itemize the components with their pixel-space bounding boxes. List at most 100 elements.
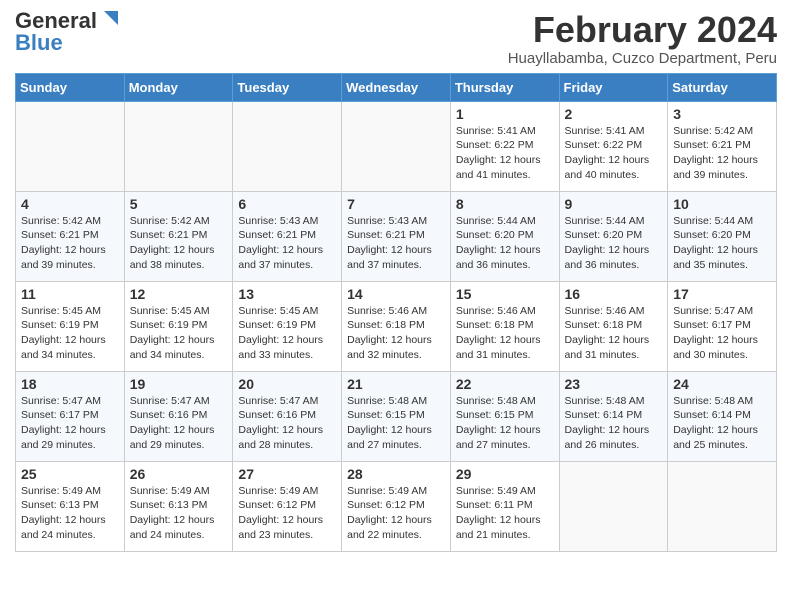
calendar-cell: 16Sunrise: 5:46 AM Sunset: 6:18 PM Dayli… [559, 281, 668, 371]
calendar-cell: 22 Sunrise: 5:48 AM Sunset: 6:15 PM Dayli… [450, 371, 559, 461]
calendar-cell: 15 Sunrise: 5:46 AM Sunset: 6:18 PM Dayli… [450, 281, 559, 371]
location: Huayllabamba, Cuzco Department, Peru [508, 50, 777, 67]
day-number: 5 [130, 196, 228, 212]
day-info: Sunrise: 5:44 AM Sunset: 6:20 PM Dayligh… [565, 214, 663, 273]
day-info: Sunrise: 5:49 AM Sunset: 6:13 PM Dayligh… [130, 484, 228, 543]
day-info: Sunrise: 5:43 AM Sunset: 6:21 PM Dayligh… [347, 214, 445, 273]
calendar-cell: 4 Sunrise: 5:42 AM Sunset: 6:21 PM Daylig… [16, 191, 125, 281]
day-info: Sunrise: 5:49 AM Sunset: 6:12 PM Dayligh… [238, 484, 336, 543]
day-info: Sunrise: 5:42 AM Sunset: 6:21 PM Dayligh… [21, 214, 119, 273]
day-info: Sunrise: 5:41 AM Sunset: 6:22 PM Dayligh… [565, 124, 663, 183]
title-block: February 2024 Huayllabamba, Cuzco Depart… [508, 10, 777, 67]
day-info: Sunrise: 5:41 AM Sunset: 6:22 PM Dayligh… [456, 124, 554, 183]
calendar-cell: 6 Sunrise: 5:43 AM Sunset: 6:21 PM Daylig… [233, 191, 342, 281]
column-header-sunday: Sunday [16, 73, 125, 101]
calendar-cell: 23 Sunrise: 5:48 AM Sunset: 6:14 PM Dayli… [559, 371, 668, 461]
day-info: Sunrise: 5:46 AM Sunset: 6:18 PM Dayligh… [565, 304, 663, 363]
day-number: 15 [456, 286, 554, 302]
calendar-header-row: SundayMondayTuesdayWednesdayThursdayFrid… [16, 73, 777, 101]
calendar-cell: 5 Sunrise: 5:42 AM Sunset: 6:21 PM Daylig… [124, 191, 233, 281]
logo-blue-text: Blue [15, 32, 63, 54]
calendar-cell: 14 Sunrise: 5:46 AM Sunset: 6:18 PM Dayli… [342, 281, 451, 371]
calendar-table: SundayMondayTuesdayWednesdayThursdayFrid… [15, 73, 777, 552]
day-number: 23 [565, 376, 663, 392]
day-number: 21 [347, 376, 445, 392]
day-number: 25 [21, 466, 119, 482]
calendar-cell: 10 Sunrise: 5:44 AM Sunset: 6:20 PM Dayli… [668, 191, 777, 281]
day-number: 4 [21, 196, 119, 212]
logo: General Blue [15, 10, 118, 54]
day-number: 6 [238, 196, 336, 212]
day-number: 18 [21, 376, 119, 392]
calendar-week-2: 4 Sunrise: 5:42 AM Sunset: 6:21 PM Daylig… [16, 191, 777, 281]
day-info: Sunrise: 5:49 AM Sunset: 6:12 PM Dayligh… [347, 484, 445, 543]
day-info: Sunrise: 5:44 AM Sunset: 6:20 PM Dayligh… [456, 214, 554, 273]
column-header-wednesday: Wednesday [342, 73, 451, 101]
calendar-cell: 24Sunrise: 5:48 AM Sunset: 6:14 PM Dayli… [668, 371, 777, 461]
calendar-cell [124, 101, 233, 191]
day-number: 13 [238, 286, 336, 302]
day-number: 14 [347, 286, 445, 302]
day-number: 12 [130, 286, 228, 302]
day-info: Sunrise: 5:46 AM Sunset: 6:18 PM Dayligh… [347, 304, 445, 363]
day-info: Sunrise: 5:49 AM Sunset: 6:11 PM Dayligh… [456, 484, 554, 543]
calendar-cell: 28Sunrise: 5:49 AM Sunset: 6:12 PM Dayli… [342, 461, 451, 551]
day-info: Sunrise: 5:43 AM Sunset: 6:21 PM Dayligh… [238, 214, 336, 273]
calendar-cell: 18 Sunrise: 5:47 AM Sunset: 6:17 PM Dayli… [16, 371, 125, 461]
day-info: Sunrise: 5:45 AM Sunset: 6:19 PM Dayligh… [130, 304, 228, 363]
day-info: Sunrise: 5:48 AM Sunset: 6:14 PM Dayligh… [673, 394, 771, 453]
calendar-week-4: 18 Sunrise: 5:47 AM Sunset: 6:17 PM Dayli… [16, 371, 777, 461]
day-number: 10 [673, 196, 771, 212]
day-info: Sunrise: 5:48 AM Sunset: 6:15 PM Dayligh… [347, 394, 445, 453]
calendar-cell: 3Sunrise: 5:42 AM Sunset: 6:21 PM Daylig… [668, 101, 777, 191]
day-info: Sunrise: 5:45 AM Sunset: 6:19 PM Dayligh… [21, 304, 119, 363]
column-header-monday: Monday [124, 73, 233, 101]
calendar-cell: 2 Sunrise: 5:41 AM Sunset: 6:22 PM Daylig… [559, 101, 668, 191]
day-info: Sunrise: 5:48 AM Sunset: 6:14 PM Dayligh… [565, 394, 663, 453]
calendar-cell: 29 Sunrise: 5:49 AM Sunset: 6:11 PM Dayli… [450, 461, 559, 551]
day-number: 22 [456, 376, 554, 392]
day-info: Sunrise: 5:46 AM Sunset: 6:18 PM Dayligh… [456, 304, 554, 363]
column-header-saturday: Saturday [668, 73, 777, 101]
calendar-cell: 21 Sunrise: 5:48 AM Sunset: 6:15 PM Dayli… [342, 371, 451, 461]
calendar-body: 1Sunrise: 5:41 AM Sunset: 6:22 PM Daylig… [16, 101, 777, 551]
calendar-cell [668, 461, 777, 551]
calendar-cell: 7 Sunrise: 5:43 AM Sunset: 6:21 PM Daylig… [342, 191, 451, 281]
day-info: Sunrise: 5:47 AM Sunset: 6:16 PM Dayligh… [130, 394, 228, 453]
calendar-cell: 17Sunrise: 5:47 AM Sunset: 6:17 PM Dayli… [668, 281, 777, 371]
day-number: 8 [456, 196, 554, 212]
day-number: 29 [456, 466, 554, 482]
calendar-cell: 11Sunrise: 5:45 AM Sunset: 6:19 PM Dayli… [16, 281, 125, 371]
calendar-cell [233, 101, 342, 191]
day-number: 26 [130, 466, 228, 482]
day-number: 3 [673, 106, 771, 122]
day-info: Sunrise: 5:48 AM Sunset: 6:15 PM Dayligh… [456, 394, 554, 453]
column-header-tuesday: Tuesday [233, 73, 342, 101]
calendar-cell: 13Sunrise: 5:45 AM Sunset: 6:19 PM Dayli… [233, 281, 342, 371]
calendar-cell: 26 Sunrise: 5:49 AM Sunset: 6:13 PM Dayli… [124, 461, 233, 551]
calendar-cell: 19 Sunrise: 5:47 AM Sunset: 6:16 PM Dayli… [124, 371, 233, 461]
column-header-thursday: Thursday [450, 73, 559, 101]
day-info: Sunrise: 5:47 AM Sunset: 6:17 PM Dayligh… [21, 394, 119, 453]
calendar-cell: 12 Sunrise: 5:45 AM Sunset: 6:19 PM Dayli… [124, 281, 233, 371]
day-number: 20 [238, 376, 336, 392]
day-info: Sunrise: 5:49 AM Sunset: 6:13 PM Dayligh… [21, 484, 119, 543]
day-info: Sunrise: 5:47 AM Sunset: 6:16 PM Dayligh… [238, 394, 336, 453]
day-number: 2 [565, 106, 663, 122]
calendar-cell [342, 101, 451, 191]
calendar-week-1: 1Sunrise: 5:41 AM Sunset: 6:22 PM Daylig… [16, 101, 777, 191]
calendar-cell: 8 Sunrise: 5:44 AM Sunset: 6:20 PM Daylig… [450, 191, 559, 281]
column-header-friday: Friday [559, 73, 668, 101]
day-number: 7 [347, 196, 445, 212]
day-info: Sunrise: 5:47 AM Sunset: 6:17 PM Dayligh… [673, 304, 771, 363]
day-info: Sunrise: 5:44 AM Sunset: 6:20 PM Dayligh… [673, 214, 771, 273]
month-year: February 2024 [508, 10, 777, 50]
day-number: 19 [130, 376, 228, 392]
calendar-cell: 27Sunrise: 5:49 AM Sunset: 6:12 PM Dayli… [233, 461, 342, 551]
logo-triangle-icon [100, 9, 118, 27]
logo-general-text: General [15, 10, 97, 32]
calendar-cell [559, 461, 668, 551]
day-info: Sunrise: 5:42 AM Sunset: 6:21 PM Dayligh… [130, 214, 228, 273]
calendar-cell [16, 101, 125, 191]
calendar-week-5: 25 Sunrise: 5:49 AM Sunset: 6:13 PM Dayli… [16, 461, 777, 551]
